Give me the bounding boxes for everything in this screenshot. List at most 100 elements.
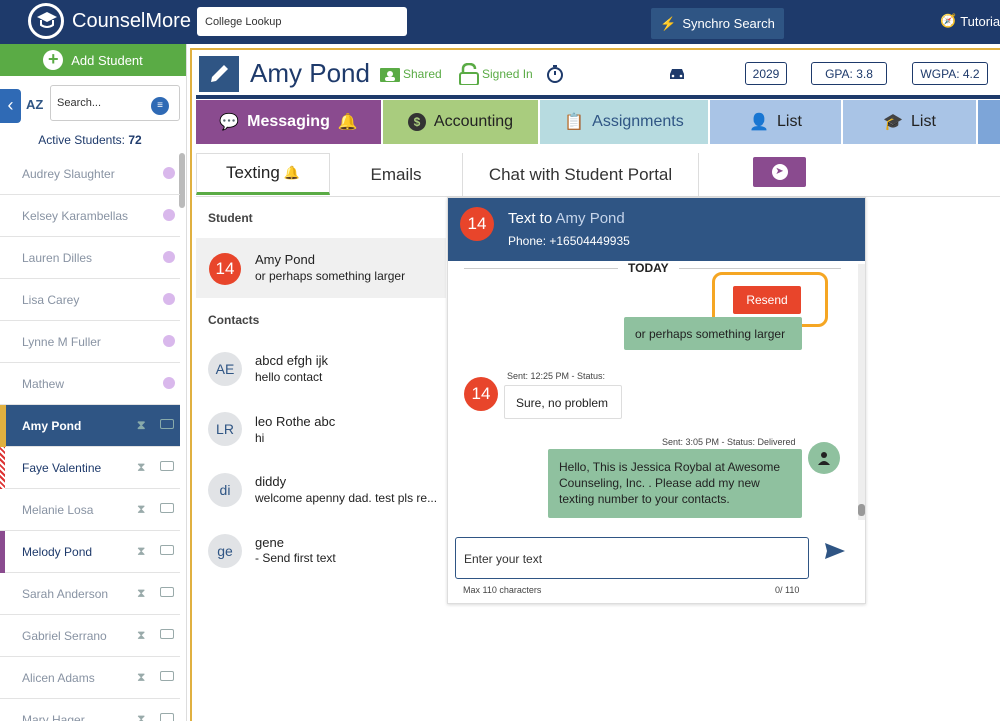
student-name: Kelsey Karambellas <box>22 208 129 223</box>
graduation-year-badge[interactable]: 2029 <box>745 62 787 85</box>
collapse-sidebar-button[interactable]: ‹ <box>0 89 21 123</box>
conversation-preview: hi <box>255 431 265 445</box>
student-conversation[interactable]: 14 Amy Pond or perhaps something larger <box>196 238 446 298</box>
student-list-item[interactable]: Audrey Slaughter <box>0 153 180 195</box>
logo-icon <box>28 3 64 39</box>
contact-conversation[interactable]: ge gene - Send first text <box>196 522 446 578</box>
add-student-button[interactable]: + Add Student <box>0 44 186 76</box>
status-dot <box>163 293 175 305</box>
student-list-item[interactable]: Melody Pond ⧗ <box>0 531 180 573</box>
message-input[interactable]: Enter your text <box>455 537 809 579</box>
tab-list-user[interactable]: 👤 List <box>710 100 841 144</box>
card-icon <box>160 503 174 513</box>
student-list-item[interactable]: Lauren Dilles <box>0 237 180 279</box>
hourglass-icon: ⧗ <box>137 460 146 474</box>
signed-in-label: Signed In <box>482 67 533 81</box>
message-meta: Sent: 12:25 PM - Status: <box>507 371 606 381</box>
student-list-item[interactable]: Melanie Losa ⧗ <box>0 489 180 531</box>
tutorial-link[interactable]: 🧭 Tutorial <box>940 13 1000 29</box>
compass-icon: 🧭 <box>940 13 957 28</box>
active-students-number: 72 <box>128 133 142 147</box>
signed-in-status[interactable]: Signed In <box>459 63 533 85</box>
hourglass-icon: ⧗ <box>137 670 146 684</box>
college-lookup-input[interactable]: College Lookup <box>197 7 407 36</box>
wgpa-badge[interactable]: WGPA: 4.2 <box>912 62 988 85</box>
chat-title-prefix: Text to <box>508 210 553 227</box>
shared-status[interactable]: Shared <box>380 66 442 82</box>
student-list-item[interactable]: Faye Valentine ⧗ <box>0 447 180 489</box>
user-icon <box>818 452 830 465</box>
chat-scroll-thumb[interactable] <box>858 504 865 516</box>
clipboard-icon: 📋 <box>564 114 585 131</box>
synchro-search-button[interactable]: ⚡ Synchro Search <box>651 8 784 39</box>
chat-icon: 💬 <box>219 114 240 131</box>
sub-tab-label: Texting <box>225 163 280 182</box>
edit-student-button[interactable] <box>199 56 239 92</box>
student-list-item-selected[interactable]: Amy Pond ⧗ <box>0 405 180 447</box>
chat-badge: 14 <box>460 207 494 241</box>
student-list-item[interactable]: Gabriel Serrano ⧗ <box>0 615 180 657</box>
chat-scrollbar[interactable] <box>858 264 865 520</box>
conversation-name: gene <box>255 535 284 550</box>
contact-conversation[interactable]: di diddy welcome apenny dad. test pls re… <box>196 462 446 518</box>
status-dot <box>163 335 175 347</box>
filter-icon[interactable]: ≡ <box>151 97 169 115</box>
tab-label: List <box>911 113 936 130</box>
tab-accounting[interactable]: $ Accounting <box>383 100 538 144</box>
gpa-badge[interactable]: GPA: 3.8 <box>811 62 887 85</box>
student-name: Alicen Adams <box>22 670 95 685</box>
student-list-item[interactable]: Lynne M Fuller <box>0 321 180 363</box>
chat-panel: 14 Text to Amy Pond Phone: +16504449935 … <box>447 197 866 604</box>
tab-list-graduation[interactable]: 🎓 List <box>843 100 976 144</box>
dollar-icon: $ <box>407 113 426 131</box>
conversation-name: diddy <box>255 474 287 489</box>
sub-tab-texting[interactable]: Texting 🔔 <box>196 153 330 195</box>
contact-conversation[interactable]: AE abcd efgh ijk hello contact <box>196 341 446 397</box>
contacts-section-label: Contacts <box>208 313 260 327</box>
user-icon: 👤 <box>749 114 769 131</box>
tab-overflow[interactable] <box>978 100 1000 144</box>
student-list: Audrey Slaughter Kelsey Karambellas Laur… <box>0 153 180 721</box>
message-meta: Sent: 3:05 PM - Status: Delivered <box>662 437 796 447</box>
tab-assignments[interactable]: 📋 Assignments <box>540 100 708 144</box>
bell-icon: 🔔 <box>337 114 358 131</box>
send-button[interactable] <box>824 542 846 565</box>
unread-badge: 14 <box>209 253 241 285</box>
compass-icon: ➤ <box>771 164 788 180</box>
sub-tab-label: Chat with Student Portal <box>488 164 673 184</box>
tab-messaging[interactable]: 💬 Messaging 🔔 <box>196 100 381 144</box>
car-icon[interactable] <box>668 67 686 86</box>
message-bubble-outgoing: or perhaps something larger <box>624 317 802 350</box>
compass-button[interactable]: ➤ <box>753 157 806 187</box>
sub-tab-chat-portal[interactable]: Chat with Student Portal <box>463 153 699 196</box>
resend-button[interactable]: Resend <box>733 286 801 314</box>
student-name: Mary Hager <box>22 712 85 721</box>
contact-avatar: ge <box>208 534 242 568</box>
conversation-preview: hello contact <box>255 370 323 384</box>
sort-az-button[interactable]: AZ <box>26 97 43 112</box>
sub-tab-emails[interactable]: Emails <box>330 153 463 196</box>
tutorial-label: Tutorial <box>960 13 1000 29</box>
student-list-item[interactable]: Mary Hager ⧗ <box>0 699 180 721</box>
student-list-item[interactable]: Mathew <box>0 363 180 405</box>
student-list-item[interactable]: Sarah Anderson ⧗ <box>0 573 180 615</box>
app-logo[interactable]: CounselMore <box>28 3 191 39</box>
conversation-name: Amy Pond <box>255 252 315 267</box>
status-dot <box>163 167 175 179</box>
student-list-item[interactable]: Lisa Carey <box>0 279 180 321</box>
student-name: Lynne M Fuller <box>22 334 101 349</box>
student-list-item[interactable]: Kelsey Karambellas <box>0 195 180 237</box>
conversation-name: abcd efgh ijk <box>255 353 328 368</box>
contact-conversation[interactable]: LR leo Rothe abc hi <box>196 402 446 458</box>
max-characters-note: Max 110 characters <box>463 585 542 595</box>
contact-avatar: di <box>208 473 242 507</box>
lightning-icon: ⚡ <box>660 15 677 31</box>
chat-phone: Phone: +16504449935 <box>508 234 630 248</box>
card-icon <box>160 629 174 639</box>
stopwatch-icon[interactable] <box>546 65 564 88</box>
selection-marker <box>0 405 6 447</box>
student-list-item[interactable]: Alicen Adams ⧗ <box>0 657 180 699</box>
chat-title: Text to Amy Pond <box>508 210 625 227</box>
card-icon <box>160 461 174 471</box>
student-name: Gabriel Serrano <box>22 628 107 643</box>
